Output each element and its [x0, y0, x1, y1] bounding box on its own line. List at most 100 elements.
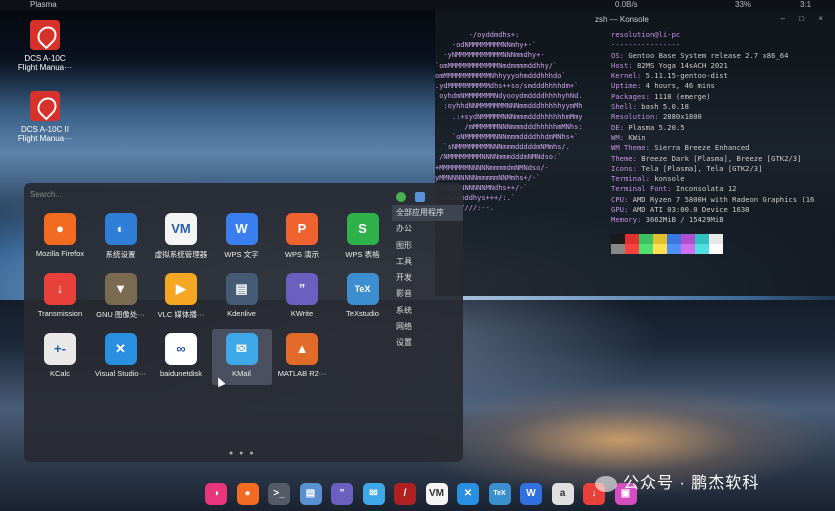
info-line: OS: Gentoo Base System release 2.7 x86_6…	[611, 51, 814, 61]
search-input[interactable]: Search...	[30, 190, 62, 199]
neofetch-info: resolution@li-pc ---------------- OS: Gent…	[611, 30, 814, 226]
category-item[interactable]: 开发	[392, 270, 463, 286]
app-label: TeXstudio	[346, 309, 379, 318]
info-key: DE:	[611, 122, 629, 132]
app-tile[interactable]: VM 虚拟系统管理器	[151, 209, 211, 265]
info-key: Resolution:	[611, 112, 663, 122]
category-item[interactable]: 全部应用程序	[392, 205, 463, 222]
category-item[interactable]: 工具	[392, 254, 463, 270]
info-line: Host: 82MS Yoga 14sACH 2021	[611, 61, 814, 71]
window-title: zsh — Konsole	[595, 15, 649, 24]
info-key: GPU:	[611, 205, 633, 215]
info-key: Icons:	[611, 163, 642, 173]
info-key: Memory:	[611, 215, 646, 225]
app-tile[interactable]: TeX TeXstudio	[333, 269, 393, 325]
info-value: Gentoo Base System release 2.7 x86_64	[628, 50, 789, 60]
category-item[interactable]: 影音	[392, 286, 463, 302]
konsole-window[interactable]: zsh — Konsole – □ × -/oyddmdhs+: -odNMMM…	[435, 10, 835, 296]
info-line: Shell: bash 5.0.18	[611, 102, 814, 112]
app-tile[interactable]: ▤ Kdenlive	[212, 269, 272, 325]
app-a-icon[interactable]: a	[551, 483, 574, 505]
app-tile[interactable]: ↓ Transmission	[30, 269, 90, 325]
category-item[interactable]: 办公	[392, 221, 463, 237]
app-tile[interactable]: ▼ GNU 图像处···	[91, 269, 151, 325]
app-label: Transmission	[37, 309, 83, 318]
info-value: 4 hours, 46 mins	[645, 81, 715, 91]
info-key: Kernel:	[611, 71, 646, 81]
app-tile[interactable]: ▲ MATLAB R2···	[272, 329, 332, 385]
category-item[interactable]: 图形	[392, 238, 463, 254]
kwrite-icon: ”	[286, 273, 318, 305]
info-line: Theme: Breeze Dark [Plasma], Breeze [GTK…	[611, 154, 814, 164]
app-label: 系统设置	[105, 250, 136, 259]
desktop-file-dcs-a10c[interactable]: DCS A-10C Flight Manua···	[10, 20, 80, 72]
terminal-icon[interactable]: >_	[268, 483, 290, 505]
info-value: 1118 (emerge)	[654, 91, 711, 101]
color-swatch	[695, 234, 709, 244]
app-label: WPS 文字	[224, 250, 259, 259]
virt-manager-icon[interactable]: VM	[425, 483, 448, 505]
desktop-file-label: Flight Manua···	[17, 63, 73, 72]
app-grid: ● Mozilla Firefox ◐ 系统设置 VM 虚拟系统管理器 W WPS 文字 P WP…	[30, 209, 392, 424]
app-label: VLC 媒体播···	[157, 310, 205, 319]
power-icon[interactable]	[396, 192, 406, 202]
app-launcher: Search... ● Mozilla Firefox ◐ 系统设置 VM 虚拟系统管理器…	[24, 183, 463, 462]
color-swatch	[625, 234, 639, 244]
app-tile[interactable]: W WPS 文字	[212, 209, 272, 265]
info-line: Uptime: 4 hours, 46 mins	[611, 81, 814, 91]
app-tile[interactable]: ” KWrite	[272, 269, 332, 325]
color-swatch	[681, 244, 695, 254]
baidunetdisk-icon: ∞	[165, 333, 197, 365]
app-tile[interactable]: ◐ 系统设置	[91, 209, 151, 265]
app-label: WPS 表格	[345, 250, 380, 259]
app-label: KCalc	[49, 369, 70, 378]
info-line: resolution@li-pc	[611, 30, 814, 40]
texstudio-icon[interactable]: TeX	[488, 483, 511, 505]
page-indicator[interactable]: ● ● ●	[229, 450, 256, 457]
firefox-icon: ●	[44, 213, 76, 245]
color-swatch	[653, 234, 667, 244]
app-tile[interactable]: ∞ baidunetdisk	[151, 329, 211, 385]
info-key: resolution@li-pc	[611, 30, 681, 39]
info-key: Theme:	[611, 153, 642, 163]
desktop-file-label: DCS A-10C	[24, 54, 66, 63]
app-icon[interactable]: /	[394, 483, 416, 505]
kwrite-icon[interactable]: ”	[331, 483, 353, 505]
app-label: Mozilla Firefox	[35, 249, 85, 258]
file-manager-icon[interactable]: ▤	[299, 483, 322, 505]
info-line: CPU: AMD Ryzen 7 5800H with Radeon Graph…	[611, 195, 814, 205]
category-item[interactable]: 网络	[392, 319, 463, 335]
battery-percent[interactable]: 33%	[735, 0, 751, 9]
taskbar-dock: ◑ ● >_ ▤” ✉ / VM ✕ TeX Wa ↓ ▣	[205, 480, 650, 508]
info-line: DE: Plasma 5.20.5	[611, 123, 814, 133]
app-label: baidunetdisk	[159, 369, 203, 378]
info-value: 5.11.15-gentoo-dist	[645, 71, 728, 81]
desktop-file-label: Flight Manua···	[17, 134, 73, 143]
info-line: Terminal Font: Inconsolata 12	[611, 184, 814, 194]
app-tile[interactable]: ✕ Visual Studio···	[91, 329, 151, 385]
category-item[interactable]: 系统	[392, 303, 463, 319]
firefox-icon[interactable]: ●	[236, 483, 259, 505]
category-item[interactable]: 设置	[392, 335, 463, 351]
info-key: Terminal:	[611, 174, 655, 184]
clock[interactable]: 3:1	[800, 0, 811, 9]
app-tile[interactable]: P WPS 演示	[272, 209, 332, 265]
color-swatch	[639, 244, 653, 254]
app-label: WPS 演示	[284, 250, 320, 259]
texstudio-icon: TeX	[346, 273, 379, 305]
user-icon[interactable]	[415, 192, 426, 202]
app-tile[interactable]: +- KCalc	[30, 329, 90, 385]
info-key: Host:	[611, 60, 637, 70]
window-controls[interactable]: – □ ×	[781, 14, 829, 23]
wps-icon[interactable]: W	[520, 483, 542, 505]
app-tile[interactable]: ● Mozilla Firefox	[30, 209, 90, 265]
info-key: Uptime:	[611, 81, 646, 91]
desktop-file-dcs-a10c-ii[interactable]: DCS A-10C II Flight Manua···	[10, 91, 80, 143]
info-key: WM:	[611, 132, 629, 142]
vscode-icon[interactable]: ✕	[457, 483, 479, 505]
app-tile[interactable]: ▶ VLC 媒体播···	[151, 269, 211, 325]
kmail-icon[interactable]: ✉	[362, 483, 385, 505]
app-tile[interactable]: S WPS 表格	[333, 209, 393, 265]
launcher-menu-icon[interactable]: ◑	[205, 483, 227, 505]
network-speed: 0.0B/s	[615, 0, 638, 9]
